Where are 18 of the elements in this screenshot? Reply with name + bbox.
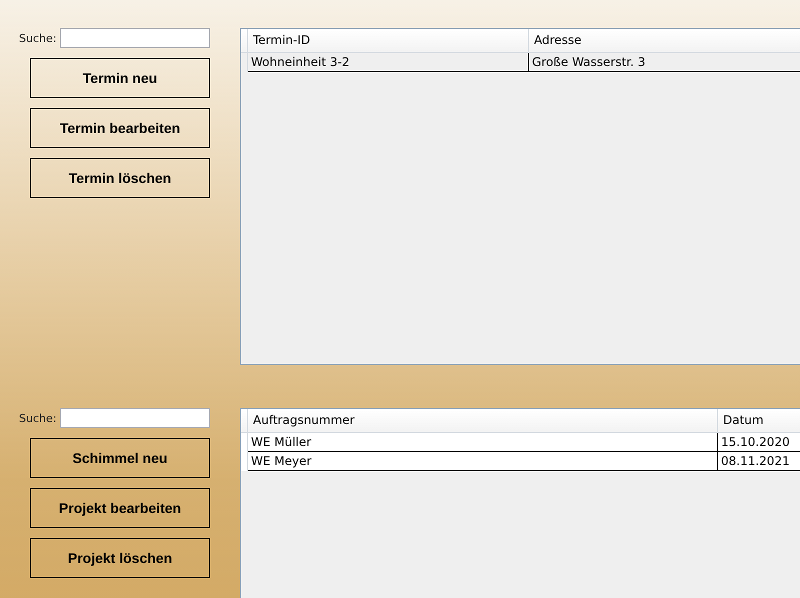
- table-cell: Große Wasserstr. 3: [529, 53, 800, 72]
- search-label: Suche:: [19, 412, 58, 424]
- action-button[interactable]: Projekt löschen: [30, 538, 210, 578]
- action-button[interactable]: Termin bearbeiten: [30, 108, 210, 148]
- search-field[interactable]: [60, 408, 210, 428]
- column-header[interactable]: Adresse: [529, 29, 800, 52]
- table-cell: WE Meyer: [248, 452, 718, 471]
- action-button[interactable]: Termin löschen: [30, 158, 210, 198]
- column-header[interactable]: Termin-ID: [248, 29, 529, 52]
- action-button[interactable]: Termin neu: [30, 58, 210, 98]
- column-header[interactable]: Datum: [718, 409, 800, 432]
- column-header[interactable]: Auftragsnummer: [248, 409, 718, 432]
- search-label: Suche:: [19, 32, 58, 44]
- action-button[interactable]: Schimmel neu: [30, 438, 210, 478]
- table-cell: Wohneinheit 3-2: [248, 53, 529, 72]
- table-cell: 08.11.2021: [718, 452, 800, 471]
- search-field[interactable]: [60, 28, 210, 48]
- action-button[interactable]: Projekt bearbeiten: [30, 488, 210, 528]
